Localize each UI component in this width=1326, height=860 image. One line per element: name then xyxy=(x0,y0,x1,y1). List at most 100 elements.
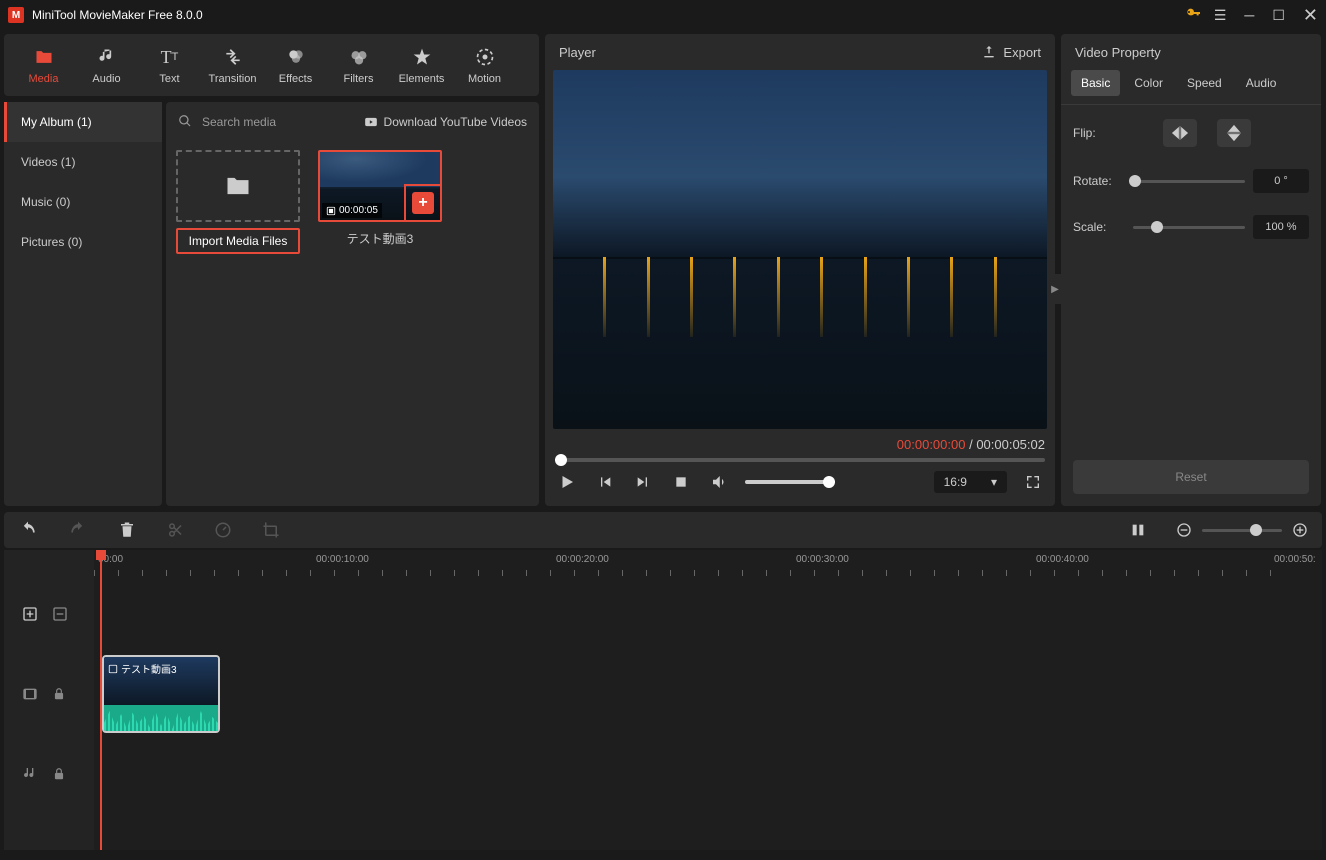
download-youtube-label: Download YouTube Videos xyxy=(384,115,527,129)
sidebar-item-music[interactable]: Music (0) xyxy=(4,182,162,222)
scale-value[interactable]: 100 % xyxy=(1253,215,1309,239)
unlock-key-icon[interactable] xyxy=(1186,6,1202,25)
add-clip-button[interactable]: + xyxy=(404,184,442,222)
stop-button[interactable] xyxy=(669,470,693,494)
add-track-icon[interactable] xyxy=(22,606,38,625)
tab-text-label: Text xyxy=(159,73,179,85)
tab-transition[interactable]: Transition xyxy=(201,45,264,85)
undo-button[interactable] xyxy=(18,520,38,540)
flip-vertical-icon xyxy=(1227,124,1241,142)
media-sidebar: My Album (1) Videos (1) Music (0) Pictur… xyxy=(4,102,162,506)
player-title: Player xyxy=(559,45,596,60)
flip-label: Flip: xyxy=(1073,126,1133,140)
lock-icon[interactable] xyxy=(52,767,66,784)
film-icon xyxy=(326,206,336,216)
playhead[interactable] xyxy=(100,550,102,850)
tab-media[interactable]: Media xyxy=(12,45,75,85)
zoom-slider[interactable] xyxy=(1202,529,1282,532)
hamburger-menu-icon[interactable]: ☰ xyxy=(1214,7,1227,24)
flip-horizontal-button[interactable] xyxy=(1163,119,1197,147)
search-icon[interactable] xyxy=(178,114,192,131)
zoom-in-button[interactable] xyxy=(1292,522,1308,538)
export-button[interactable]: Export xyxy=(981,44,1041,60)
panel-collapse-button[interactable]: ▶ xyxy=(1049,274,1061,304)
folder-icon xyxy=(224,172,252,200)
sidebar-item-videos[interactable]: Videos (1) xyxy=(4,142,162,182)
tab-transition-label: Transition xyxy=(209,73,257,85)
remove-track-icon[interactable] xyxy=(52,606,68,625)
import-media-button[interactable]: Import Media Files xyxy=(176,228,300,254)
next-frame-button[interactable] xyxy=(631,470,655,494)
tab-effects-label: Effects xyxy=(279,73,312,85)
video-track[interactable]: テスト動画3 xyxy=(4,655,1322,735)
tab-filters-label: Filters xyxy=(344,73,374,85)
play-button[interactable] xyxy=(555,470,579,494)
clip-name-label: テスト動画3 xyxy=(318,230,442,247)
sidebar-item-pictures[interactable]: Pictures (0) xyxy=(4,222,162,262)
download-youtube-link[interactable]: Download YouTube Videos xyxy=(364,115,527,129)
import-dropzone[interactable] xyxy=(176,150,300,222)
music-note-icon xyxy=(97,45,117,69)
aspect-ratio-select[interactable]: 16:9 ▾ xyxy=(934,471,1007,493)
fullscreen-button[interactable] xyxy=(1021,470,1045,494)
clip-duration-badge: 00:00:05 xyxy=(322,203,382,218)
app-logo-icon: M xyxy=(8,7,24,23)
timeline-clip[interactable]: テスト動画3 xyxy=(102,655,220,733)
close-button[interactable]: ✕ xyxy=(1303,5,1318,26)
tab-effects[interactable]: Effects xyxy=(264,45,327,85)
tab-audio[interactable]: Audio xyxy=(75,45,138,85)
ruler-label: 00:00:50: xyxy=(1274,554,1316,565)
tab-motion[interactable]: Motion xyxy=(453,45,516,85)
film-icon xyxy=(108,664,118,674)
audio-track[interactable] xyxy=(4,750,1322,800)
effects-icon xyxy=(286,45,306,69)
timeline-ruler[interactable]: 00:00 00:00:10:00 00:00:20:00 00:00:30:0… xyxy=(94,550,1322,590)
clip-thumbnail[interactable]: 00:00:05 + xyxy=(318,150,442,222)
prop-tab-basic[interactable]: Basic xyxy=(1071,70,1120,96)
prop-tab-speed[interactable]: Speed xyxy=(1177,70,1232,96)
media-clip-tile[interactable]: 00:00:05 + テスト動画3 xyxy=(318,150,442,254)
volume-button[interactable] xyxy=(707,470,731,494)
prev-frame-button[interactable] xyxy=(593,470,617,494)
search-input[interactable]: Search media xyxy=(202,115,354,129)
delete-button[interactable] xyxy=(118,521,136,539)
total-time: 00:00:05:02 xyxy=(976,437,1045,452)
auto-align-icon[interactable] xyxy=(1130,522,1146,538)
zoom-out-button[interactable] xyxy=(1176,522,1192,538)
tab-media-label: Media xyxy=(29,73,59,85)
ruler-label: 00:00:20:00 xyxy=(556,554,609,565)
split-button[interactable] xyxy=(166,521,184,539)
plus-icon: + xyxy=(412,192,434,214)
transition-icon xyxy=(223,45,243,69)
rotate-value[interactable]: 0 ° xyxy=(1253,169,1309,193)
folder-icon xyxy=(34,45,54,69)
export-label: Export xyxy=(1003,45,1041,60)
prop-tab-audio[interactable]: Audio xyxy=(1236,70,1287,96)
tab-text[interactable]: TT Text xyxy=(138,45,201,85)
ruler-label: 00:00:40:00 xyxy=(1036,554,1089,565)
timeline[interactable]: 00:00 00:00:10:00 00:00:20:00 00:00:30:0… xyxy=(4,550,1322,850)
prop-tab-color[interactable]: Color xyxy=(1124,70,1173,96)
maximize-button[interactable]: ☐ xyxy=(1272,7,1285,24)
scale-slider[interactable] xyxy=(1133,226,1245,229)
reset-button[interactable]: Reset xyxy=(1073,460,1309,494)
sidebar-item-myalbum[interactable]: My Album (1) xyxy=(4,102,162,142)
tab-filters[interactable]: Filters xyxy=(327,45,390,85)
tab-elements[interactable]: Elements xyxy=(390,45,453,85)
crop-button[interactable] xyxy=(262,521,280,539)
speed-button[interactable] xyxy=(214,521,232,539)
redo-button[interactable] xyxy=(68,520,88,540)
effects-track[interactable] xyxy=(4,590,1322,640)
elements-icon xyxy=(412,45,432,69)
rotate-slider[interactable] xyxy=(1133,180,1245,183)
video-preview[interactable] xyxy=(553,70,1047,429)
scale-label: Scale: xyxy=(1073,220,1133,234)
flip-vertical-button[interactable] xyxy=(1217,119,1251,147)
app-title: MiniTool MovieMaker Free 8.0.0 xyxy=(32,8,1186,22)
import-media-tile[interactable]: Import Media Files xyxy=(176,150,300,254)
seek-slider[interactable] xyxy=(555,458,1045,462)
minimize-button[interactable]: ─ xyxy=(1244,7,1254,23)
volume-slider[interactable] xyxy=(745,480,835,484)
rotate-label: Rotate: xyxy=(1073,174,1133,188)
lock-icon[interactable] xyxy=(52,687,66,704)
